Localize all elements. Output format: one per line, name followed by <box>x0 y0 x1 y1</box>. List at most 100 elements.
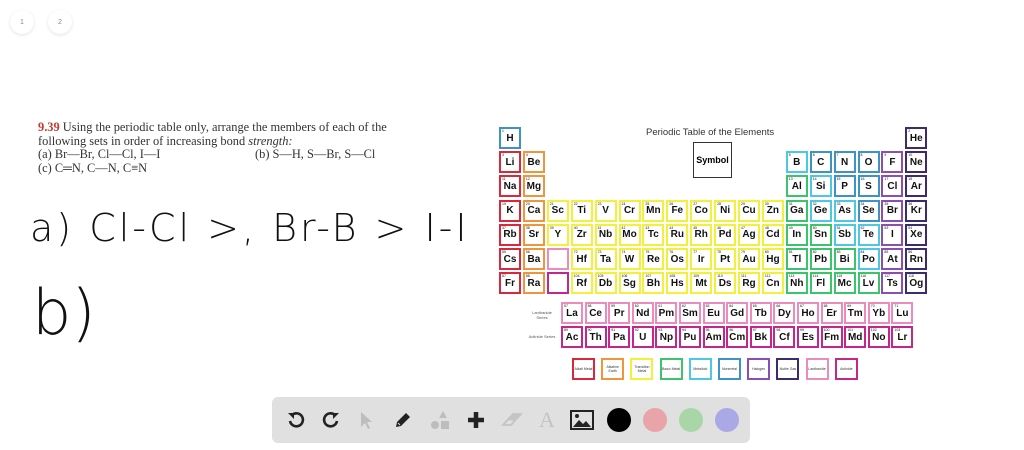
element-cr: 24 Cr <box>618 199 641 222</box>
element-es: 99 Es <box>797 326 819 348</box>
atomic-number: 14 <box>812 177 817 182</box>
atomic-number: 52 <box>860 225 865 230</box>
text-tool[interactable]: A <box>535 407 559 432</box>
element-i: 53 I <box>881 223 904 246</box>
atomic-number: 91 <box>611 328 616 332</box>
atomic-number: 102 <box>870 328 877 332</box>
atomic-number: 41 <box>597 225 602 230</box>
element-pd: 46 Pd <box>714 223 737 246</box>
element-ru: 44 Ru <box>666 223 689 246</box>
atomic-number: 95 <box>705 328 710 332</box>
part-b: (b) S—H, S—Br, S—Cl <box>255 147 376 161</box>
atomic-number: 62 <box>682 304 686 308</box>
atomic-number: 58 <box>587 304 592 308</box>
element-symbol: Ca <box>527 205 541 217</box>
element-symbol: Hf <box>576 253 587 265</box>
element-as: 33 As <box>833 199 856 222</box>
element-symbol: Ar <box>910 180 922 192</box>
element-symbol: Rg <box>742 277 756 289</box>
element-symbol: Ra <box>527 277 541 289</box>
element-symbol: Zn <box>766 205 779 217</box>
atomic-number: 109 <box>693 274 700 279</box>
element-np: 93 Np <box>655 326 678 348</box>
atomic-number: 17 <box>884 177 889 182</box>
element-symbol: Se <box>862 205 875 217</box>
atomic-number: 26 <box>669 201 674 206</box>
element-symbol: Ag <box>742 229 756 241</box>
element-symbol: Cl <box>887 180 898 192</box>
element-pm: 61 Pm <box>655 302 678 324</box>
element-symbol: Og <box>909 277 924 289</box>
element-nd: 60 Nd <box>631 302 654 324</box>
atomic-number: 112 <box>764 274 771 279</box>
atomic-number: 96 <box>729 328 734 332</box>
atomic-number: 33 <box>836 201 841 206</box>
element-k: 19 K <box>499 199 521 222</box>
element-symbol: Hs <box>670 277 684 289</box>
element-mn: 25 Mn <box>642 199 665 222</box>
atomic-number: 111 <box>741 274 747 279</box>
image-icon <box>570 410 594 430</box>
element-la: 57 La <box>561 302 583 324</box>
atomic-number: 77 <box>693 250 698 254</box>
atomic-number: 38 <box>525 225 530 230</box>
undo-button[interactable] <box>284 408 308 432</box>
atomic-number: 107 <box>645 274 652 279</box>
element-symbol: Rh <box>694 229 708 241</box>
eraser-tool[interactable] <box>500 408 524 432</box>
element-symbol: Sc <box>551 205 564 217</box>
atomic-number: 15 <box>836 177 841 182</box>
element-cl: 17 Cl <box>881 175 904 198</box>
element-zr: 40 Zr <box>570 223 593 246</box>
atomic-number: 10 <box>908 153 913 158</box>
element-cu: 29 Cu <box>738 199 760 222</box>
element-symbol: Os <box>670 253 684 265</box>
atomic-number: 80 <box>764 250 769 254</box>
atomic-number: 54 <box>908 225 913 230</box>
element-symbol: I <box>891 229 894 241</box>
atomic-number: 82 <box>812 250 817 254</box>
element-symbol: Mt <box>695 277 708 289</box>
atomic-number: 63 <box>705 304 710 308</box>
element-symbol: Lr <box>897 331 908 343</box>
element-ba: 56 Ba <box>522 248 545 270</box>
atomic-number: 55 <box>502 250 506 254</box>
select-tool[interactable] <box>354 408 378 432</box>
redo-button[interactable] <box>319 408 343 432</box>
image-tool[interactable] <box>570 408 594 432</box>
part-a: (a) Br—Br, Cl—Cl, I—I <box>38 147 161 161</box>
color-swatch-0[interactable] <box>607 408 631 432</box>
element-symbol: Bi <box>839 253 850 265</box>
problem-emphasis: strength: <box>248 133 293 148</box>
page-1-button[interactable]: 1 <box>10 10 34 34</box>
element-re: 75 Re <box>642 248 665 270</box>
element-pt: 78 Pt <box>714 248 737 270</box>
element-w: 74 W <box>618 248 641 270</box>
element-symbol: K <box>506 205 514 217</box>
atomic-number: 99 <box>800 328 804 332</box>
element-symbol: Cf <box>779 331 790 343</box>
element-symbol: Cu <box>742 205 756 217</box>
element-symbol: W <box>624 253 635 265</box>
color-swatch-2[interactable] <box>679 408 703 432</box>
atomic-number: 50 <box>812 225 817 230</box>
element-pr: 59 Pr <box>608 302 631 324</box>
element-symbol: Eu <box>707 307 720 319</box>
add-button[interactable] <box>464 408 488 432</box>
color-swatch-3[interactable] <box>715 408 739 432</box>
toolbar: A <box>272 397 750 443</box>
pen-tool[interactable] <box>391 408 415 432</box>
element-symbol: Cs <box>503 253 517 265</box>
atomic-number: 29 <box>741 201 745 206</box>
element-symbol: Y <box>554 229 562 241</box>
atomic-number: 90 <box>587 328 592 332</box>
element-be: 4 Be <box>522 151 545 174</box>
element-n: 7N <box>833 151 856 174</box>
actinide-series-label: Actinide Series <box>528 334 556 339</box>
shapes-tool[interactable] <box>428 408 452 432</box>
color-swatch-1[interactable] <box>643 408 667 432</box>
page-2-button[interactable]: 2 <box>48 10 72 34</box>
atomic-number: 93 <box>658 328 663 332</box>
element-symbol: F <box>889 156 896 168</box>
atomic-number: 89 <box>564 328 568 332</box>
